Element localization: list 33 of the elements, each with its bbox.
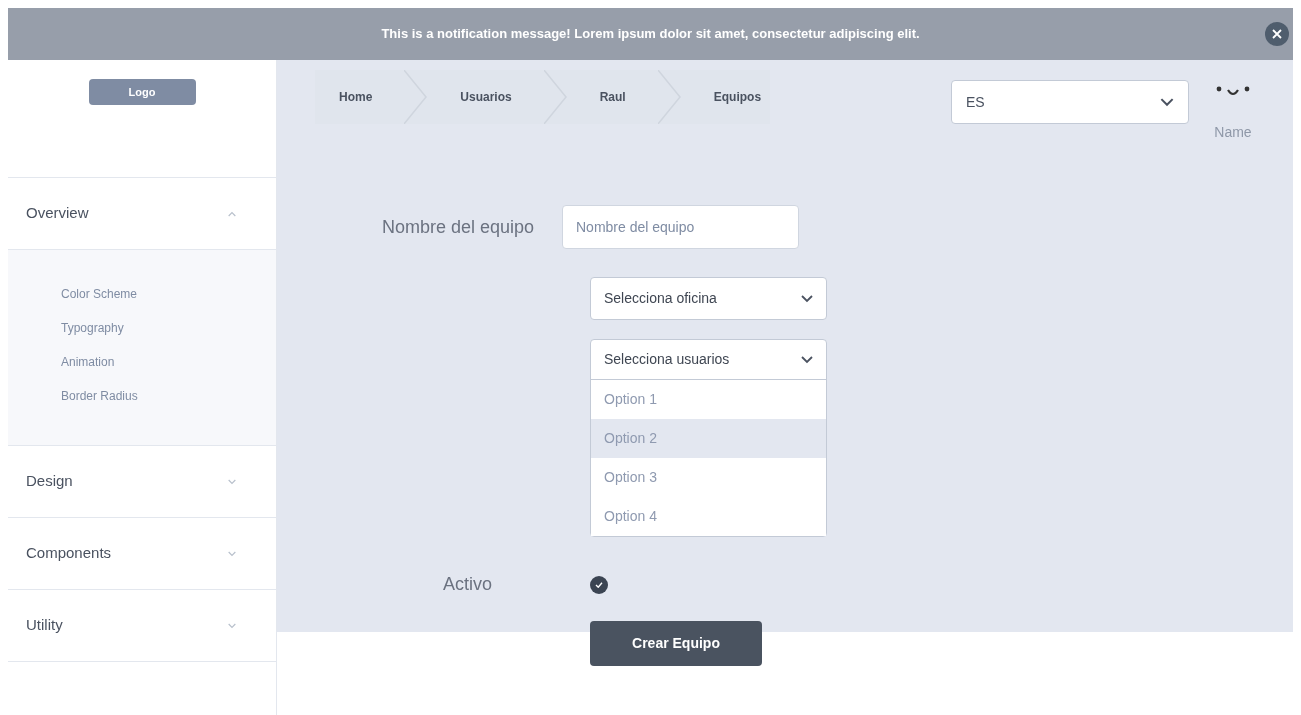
submenu-item[interactable]: Color Scheme xyxy=(61,284,276,304)
logo-button[interactable]: Logo xyxy=(88,79,196,105)
close-button[interactable] xyxy=(1265,22,1289,46)
smiley-icon xyxy=(1216,86,1250,98)
sidebar-section[interactable]: Overview xyxy=(8,178,276,249)
check-icon xyxy=(595,581,603,588)
notification-message: This is a notification message! Lorem ipsum dolor sit amet, consectetur adipiscing elit. xyxy=(381,25,920,44)
chevron-down-icon xyxy=(228,550,236,557)
chevron-up-icon xyxy=(228,210,236,217)
field-label: Activo xyxy=(442,573,494,596)
breadcrumb-item[interactable]: Usuarios xyxy=(436,88,536,106)
language-select[interactable]: ES xyxy=(951,80,1189,124)
sidebar-section[interactable]: Components xyxy=(8,518,276,589)
breadcrumb-item[interactable]: Equipos xyxy=(689,88,786,106)
submenu-item[interactable]: Typography xyxy=(61,318,276,338)
office-select[interactable]: Selecciona oficina xyxy=(590,277,827,320)
create-button[interactable]: Crear Equipo xyxy=(590,621,762,666)
breadcrumb-item[interactable]: Raul xyxy=(575,88,650,106)
chevron-down-icon xyxy=(228,622,236,629)
name-input[interactable]: Nombre del equipo xyxy=(562,205,799,249)
chevron-down-icon xyxy=(801,355,813,364)
close-icon xyxy=(1272,29,1282,39)
submenu-item[interactable]: Border Radius xyxy=(61,386,276,406)
breadcrumb-item[interactable]: Home xyxy=(315,88,397,106)
active-checkbox[interactable] xyxy=(590,575,608,594)
field-label: Nombre del equipo xyxy=(380,215,535,239)
user-name: Name xyxy=(1214,123,1252,142)
sidebar-section[interactable]: Utility xyxy=(8,590,276,661)
chevron-down-icon xyxy=(228,478,236,485)
sidebar-section[interactable]: Design xyxy=(8,446,276,517)
chevron-down-icon xyxy=(801,294,813,303)
submenu-item[interactable]: Animation xyxy=(61,352,276,372)
chevron-down-icon xyxy=(1160,97,1174,107)
